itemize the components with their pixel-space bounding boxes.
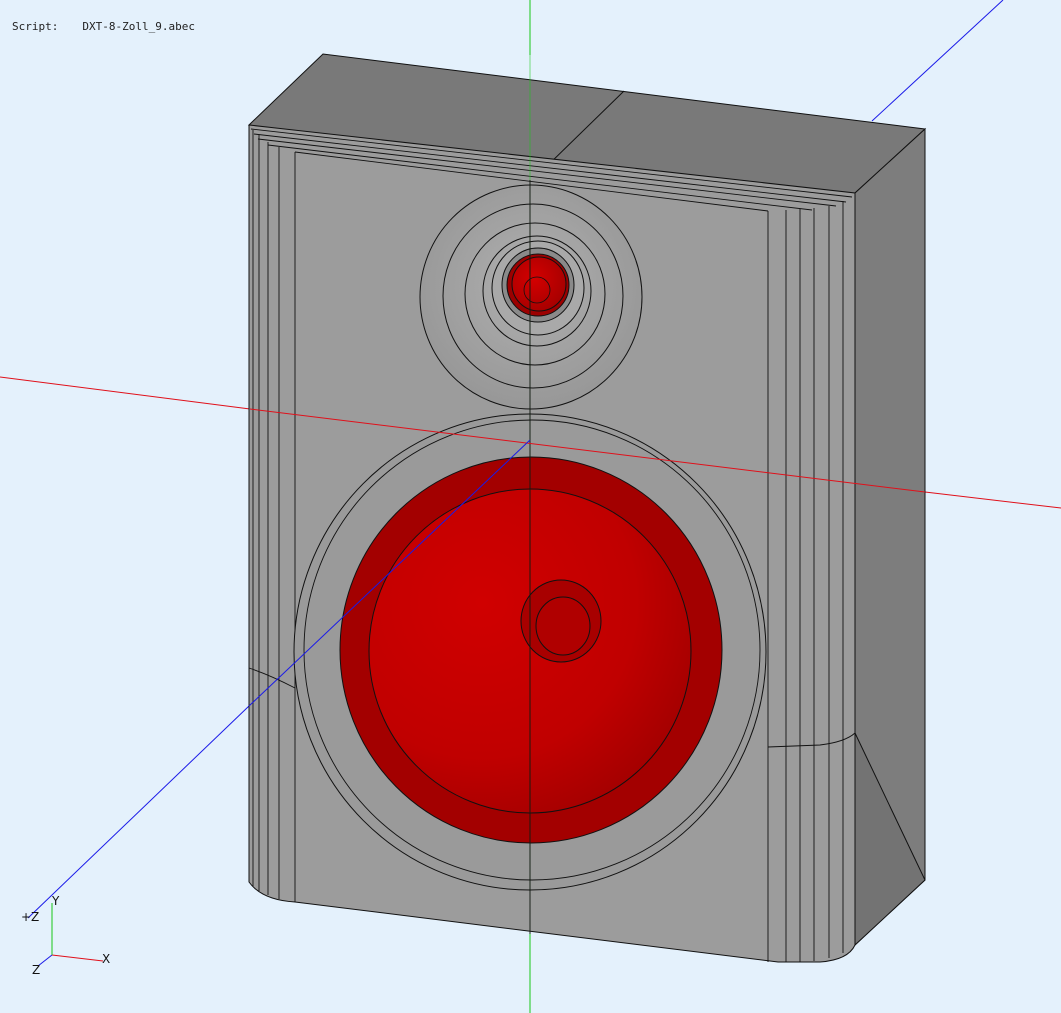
triad-x-label: X — [102, 952, 110, 966]
x-axis-right — [924, 491, 1061, 509]
script-filename: DXT-8-Zoll_9.abec — [82, 20, 195, 33]
x-axis-left — [0, 376, 251, 410]
viewport-canvas[interactable]: X Y Z +Z — [0, 0, 1061, 1013]
script-label: Script: — [12, 20, 59, 33]
z-axis-back — [871, 0, 1004, 122]
woofer-dust-cap[interactable] — [520, 579, 602, 663]
tweeter-dome[interactable] — [506, 253, 570, 317]
triad-z-label: Z — [32, 963, 40, 977]
woofer-cone[interactable] — [339, 456, 723, 844]
orientation-triad: X Y Z +Z — [21, 894, 110, 977]
triad-x-axis — [51, 954, 104, 962]
z-plus-label: +Z — [21, 910, 39, 924]
triad-y-label: Y — [51, 894, 60, 908]
script-info: Script: DXT-8-Zoll_9.abec — [12, 20, 195, 33]
3d-viewport[interactable]: X Y Z +Z Script: DXT-8-Zoll_9.abec — [0, 0, 1061, 1013]
z-axis-front — [27, 705, 250, 919]
cabinet-model[interactable] — [247, 53, 927, 963]
